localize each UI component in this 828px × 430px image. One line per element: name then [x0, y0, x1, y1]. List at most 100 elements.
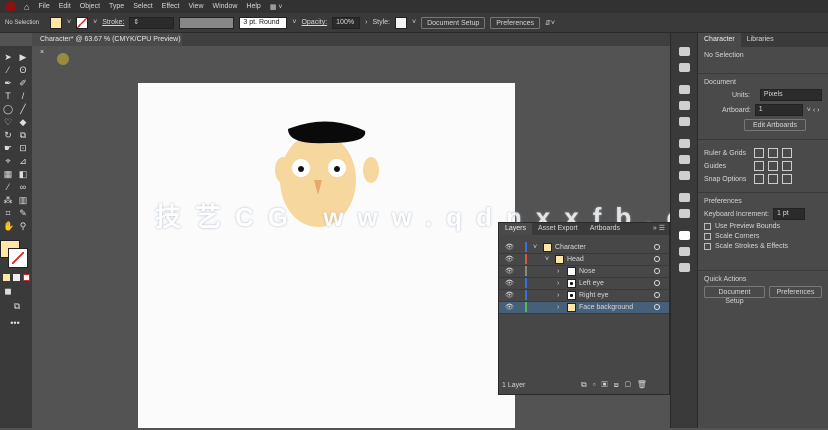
- color-guide-icon[interactable]: [679, 193, 690, 202]
- eye-icon[interactable]: 👁: [505, 303, 514, 311]
- magic-wand-icon[interactable]: ⁄: [3, 65, 13, 75]
- symbol-sprayer-icon[interactable]: ⁂: [3, 195, 13, 205]
- stroke-swatch[interactable]: [76, 16, 89, 29]
- perspective-grid-icon[interactable]: ⊿: [18, 156, 28, 166]
- graphic-styles-icon[interactable]: [679, 117, 690, 126]
- tab-asset-export[interactable]: Asset Export: [532, 223, 584, 235]
- menu-type[interactable]: Type: [109, 3, 124, 10]
- layer-actions[interactable]: ⧉▫▣⧈▢🗑: [581, 380, 653, 390]
- layer-row[interactable]: 👁 › Left eye: [499, 278, 669, 290]
- tab-artboards[interactable]: Artboards: [584, 223, 626, 235]
- workspace-icon[interactable]: ▦ ˅: [270, 3, 283, 11]
- symbols-icon[interactable]: [679, 101, 690, 110]
- align-icon[interactable]: [679, 139, 690, 148]
- transparency-grid-icon[interactable]: [782, 148, 792, 158]
- character-artwork[interactable]: [138, 83, 515, 428]
- opacity-label[interactable]: Opacity:: [301, 19, 327, 26]
- artboards-icon[interactable]: [679, 247, 690, 256]
- tab-libraries[interactable]: Libraries: [741, 33, 780, 47]
- snap-pixel-icon[interactable]: [782, 174, 792, 184]
- arrange-icon[interactable]: ⇵˅: [545, 19, 555, 27]
- graph-tool-icon[interactable]: ▥: [18, 195, 28, 205]
- brush-select[interactable]: 3 pt. Round: [239, 16, 288, 29]
- more-tools-icon[interactable]: •••: [10, 318, 20, 328]
- rulers-icon[interactable]: [754, 148, 764, 158]
- close-icon[interactable]: ×: [40, 49, 44, 56]
- document-setup-button[interactable]: Document Setup: [421, 16, 486, 29]
- eye-icon[interactable]: 👁: [505, 243, 514, 251]
- shaper-tool-icon[interactable]: ♡: [3, 117, 13, 127]
- color-icon[interactable]: [679, 171, 690, 180]
- menu-effect[interactable]: Effect: [162, 3, 180, 10]
- eraser-icon[interactable]: ◆: [18, 117, 28, 127]
- transform-icon[interactable]: [679, 209, 690, 218]
- tab-layers[interactable]: Layers: [499, 223, 533, 235]
- blend-tool-icon[interactable]: ∞: [18, 182, 28, 192]
- line-tool-icon[interactable]: /: [18, 91, 28, 101]
- chevron-down-icon[interactable]: ˅: [533, 244, 537, 251]
- menu-help[interactable]: Help: [246, 3, 260, 10]
- chevron-right-icon[interactable]: ›: [557, 292, 559, 299]
- stroke-icon[interactable]: [679, 85, 690, 94]
- layers-icon[interactable]: [679, 231, 690, 240]
- chevron-down-icon[interactable]: ˅: [67, 19, 71, 26]
- chevron-right-icon[interactable]: ›: [557, 268, 559, 275]
- edit-artboards-button[interactable]: Edit Artboards: [744, 119, 806, 131]
- chevron-right-icon[interactable]: ›: [365, 19, 367, 26]
- eye-icon[interactable]: 👁: [505, 279, 514, 287]
- menu-object[interactable]: Object: [80, 3, 100, 10]
- snap-point-icon[interactable]: [754, 174, 764, 184]
- guides-icon[interactable]: [754, 161, 764, 171]
- gradient-tool-icon[interactable]: ◧: [18, 169, 28, 179]
- chevron-down-icon[interactable]: ˅: [545, 256, 549, 263]
- paintbrush-icon[interactable]: ╱: [18, 104, 28, 114]
- hand-tool-icon[interactable]: ✋: [3, 221, 14, 231]
- grid-icon[interactable]: [768, 148, 778, 158]
- menu-edit[interactable]: Edit: [59, 3, 71, 10]
- eye-icon[interactable]: 👁: [505, 255, 514, 263]
- pen-tool-icon[interactable]: ✒: [3, 78, 13, 88]
- snap-grid-icon[interactable]: [768, 174, 778, 184]
- stroke-weight-input[interactable]: ⇕: [129, 16, 175, 29]
- type-tool-icon[interactable]: T: [3, 91, 13, 101]
- chevron-right-icon[interactable]: ›: [557, 304, 559, 311]
- zoom-tool-icon[interactable]: ⚲: [18, 221, 28, 231]
- layer-row-selected[interactable]: 👁 › Face background: [499, 302, 669, 314]
- right-ear[interactable]: [363, 157, 379, 183]
- artboard[interactable]: [138, 83, 515, 428]
- appearance-icon[interactable]: [679, 47, 690, 56]
- hat[interactable]: [288, 121, 366, 144]
- screen-mode-icon[interactable]: ⧉: [12, 301, 22, 311]
- selection-tool-icon[interactable]: ➤: [3, 52, 13, 62]
- eyedropper-icon[interactable]: ⁄: [3, 182, 13, 192]
- shape-builder-icon[interactable]: ⌖: [3, 156, 13, 166]
- ellipse-tool-icon[interactable]: ◯: [3, 104, 13, 114]
- artboard-tool-icon[interactable]: ⌗: [3, 208, 13, 218]
- direct-selection-tool-icon[interactable]: ▶: [18, 52, 28, 62]
- brushes-icon[interactable]: [679, 63, 690, 72]
- pathfinder-icon[interactable]: [679, 263, 690, 272]
- scale-strokes-checkbox[interactable]: [704, 243, 711, 250]
- chevron-down-icon[interactable]: ˅: [412, 19, 416, 26]
- gradient-mode-icon[interactable]: [13, 274, 20, 281]
- chevron-down-icon[interactable]: ˅: [292, 19, 296, 26]
- document-tab[interactable]: Character* @ 63.67 % (CMYK/CPU Preview) …: [32, 33, 182, 56]
- opacity-input[interactable]: 100%: [332, 16, 361, 29]
- mesh-tool-icon[interactable]: ▦: [3, 169, 13, 179]
- warp-tool-icon[interactable]: ☛: [3, 143, 13, 153]
- draw-normal-icon[interactable]: ◼: [3, 286, 13, 296]
- preferences-button[interactable]: Preferences: [768, 286, 822, 298]
- slice-tool-icon[interactable]: ✎: [18, 208, 28, 218]
- scale-corners-checkbox[interactable]: [704, 233, 711, 240]
- lock-guides-icon[interactable]: [768, 161, 778, 171]
- stroke-label[interactable]: Stroke:: [102, 19, 124, 26]
- menu-window[interactable]: Window: [213, 3, 238, 10]
- smart-guides-icon[interactable]: [782, 161, 792, 171]
- scale-tool-icon[interactable]: ⧉: [18, 130, 28, 140]
- menu-view[interactable]: View: [188, 3, 203, 10]
- menu-select[interactable]: Select: [133, 3, 152, 10]
- lasso-icon[interactable]: ʘ: [18, 65, 28, 75]
- fill-swatch[interactable]: [50, 16, 62, 29]
- units-select[interactable]: Pixels: [759, 89, 822, 101]
- layer-row[interactable]: 👁 ˅ Character: [499, 242, 669, 254]
